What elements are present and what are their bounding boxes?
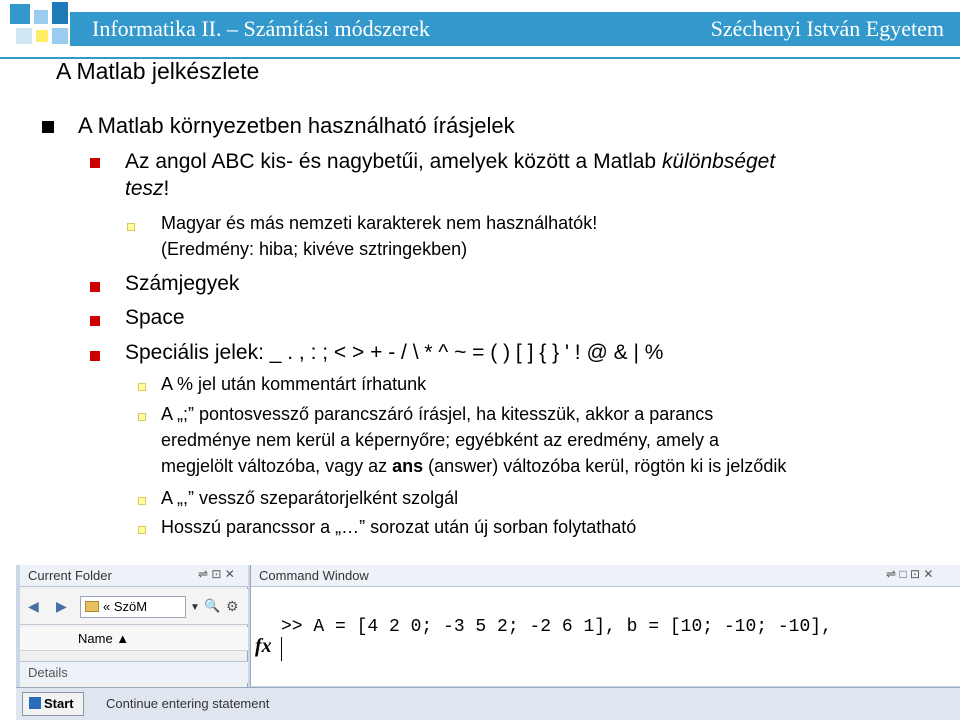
semi-text-a: megjelölt változóba, vagy az <box>161 456 393 476</box>
bullet-square-icon <box>90 158 100 168</box>
case-emphasis: különbséget <box>661 150 776 173</box>
logo-square-4 <box>16 28 32 44</box>
bullet-square-icon <box>90 351 100 361</box>
folder-path[interactable]: « SzöM <box>80 596 186 618</box>
bullet-case-cont: tesz! <box>125 177 169 201</box>
bullet-square-icon <box>42 121 54 133</box>
case-text: Az angol ABC kis- és nagybetűi, amelyek … <box>125 150 662 173</box>
name-column-header[interactable]: Name ▲ <box>20 627 248 651</box>
semi-text-c: (answer) változóba kerül, rögtön ki is j… <box>423 456 787 476</box>
bullet-magyar-cont: (Eredmény: hiba; kivéve sztringekben) <box>161 239 468 259</box>
pane-controls-icon[interactable]: ⇌ ⊡ ✕ <box>198 567 235 581</box>
slide-title: A Matlab jelkészlete <box>56 58 260 84</box>
fx-icon[interactable]: fx <box>255 635 272 658</box>
bullet-main: A Matlab környezetben használható írásje… <box>78 113 515 138</box>
logo-square-3 <box>52 2 68 24</box>
ans-keyword: ans <box>392 456 424 476</box>
bullet-continuation: Hosszú parancssor a „…” sorozat után új … <box>161 517 637 537</box>
bullet-square-icon <box>138 497 146 505</box>
bullet-square-icon <box>138 413 146 421</box>
bullet-special: Speciális jelek: _ . , : ; < > + - / \ *… <box>125 341 664 364</box>
folder-nav-bar: ◀ ▶ « SzöM ▼ 🔍 ⚙ <box>20 589 248 625</box>
bullet-space: Space <box>125 306 185 329</box>
bullet-square-icon <box>90 316 100 326</box>
status-bar: Start Continue entering statement <box>16 687 960 720</box>
case-end: ! <box>163 177 170 200</box>
folder-icon <box>85 601 99 612</box>
cmd-controls-icon[interactable]: ⇌ □ ⊡ ✕ <box>886 567 933 581</box>
logo-square-1 <box>10 4 30 24</box>
dropdown-icon[interactable]: ▼ <box>190 602 200 613</box>
bullet-digits: Számjegyek <box>125 272 240 295</box>
forward-arrow-icon[interactable]: ▶ <box>56 598 67 615</box>
status-text: Continue entering statement <box>106 696 270 711</box>
course-title: Informatika II. – Számítási módszerek <box>92 16 430 41</box>
logo-square-2 <box>34 10 48 24</box>
start-label: Start <box>44 696 74 711</box>
details-panel[interactable]: Details <box>20 661 248 683</box>
command-window-title: Command Window <box>251 565 960 587</box>
bullet-square-icon <box>127 223 135 231</box>
back-arrow-icon[interactable]: ◀ <box>28 598 39 615</box>
bullet-case: Az angol ABC kis- és nagybetűi, amelyek … <box>125 150 775 174</box>
logo-square-5 <box>36 30 48 42</box>
logo-square-6 <box>52 28 68 44</box>
bullet-square-icon <box>138 383 146 391</box>
bullet-square-icon <box>138 526 146 534</box>
search-icon[interactable]: 🔍 <box>204 598 220 614</box>
command-window[interactable]: Command Window ⇌ □ ⊡ ✕ >> A = [4 2 0; -3… <box>250 565 960 686</box>
bullet-semicolon-cont-1: eredménye nem kerül a képernyőre; egyébk… <box>161 430 719 450</box>
gear-icon[interactable]: ⚙ <box>226 598 239 615</box>
bullet-semicolon: A „;” pontosvessző parancszáró írásjel, … <box>161 404 714 424</box>
university-name: Széchenyi István Egyetem <box>710 16 944 41</box>
start-button[interactable]: Start <box>22 692 84 716</box>
bullet-percent: A % jel után kommentárt írhatunk <box>161 374 427 394</box>
slide-header: Informatika II. – Számítási módszerek Sz… <box>0 0 960 59</box>
bullet-magyar: Magyar és más nemzeti karakterek nem has… <box>161 213 598 233</box>
text-cursor <box>281 637 282 661</box>
bullet-semicolon-cont-2: megjelölt változóba, vagy az ans (answer… <box>161 456 786 477</box>
matlab-logo-icon <box>29 697 41 709</box>
case-emphasis-2: tesz <box>125 177 164 200</box>
bullet-comma: A „,” vessző szeparátorjelként szolgál <box>161 488 459 508</box>
command-text: >> A = [4 2 0; -3 5 2; -2 6 1], b = [10;… <box>281 617 832 637</box>
matlab-screenshot: Current Folder ⇌ ⊡ ✕ ◀ ▶ « SzöM ▼ 🔍 ⚙ Na… <box>16 565 960 720</box>
bullet-square-icon <box>90 282 100 292</box>
folder-path-text: « SzöM <box>103 599 148 614</box>
